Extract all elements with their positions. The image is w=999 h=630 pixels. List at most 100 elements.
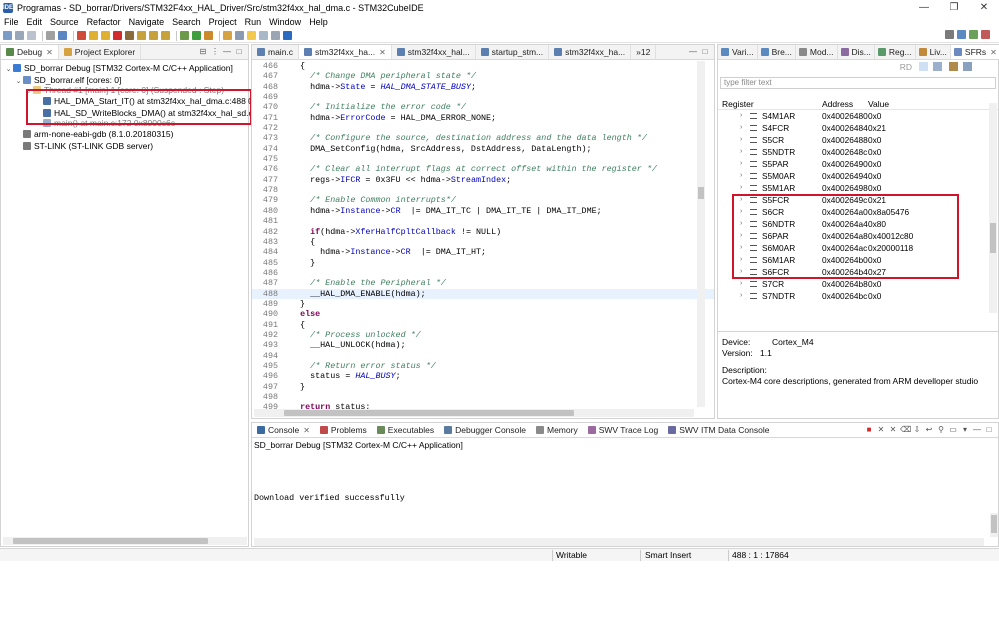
display-console-icon[interactable]: ▭ bbox=[948, 425, 958, 435]
right-panel-tab[interactable]: Reg... bbox=[875, 45, 916, 59]
console-tab[interactable]: Console ✕ bbox=[252, 423, 315, 437]
terminate-icon[interactable] bbox=[113, 31, 122, 40]
view-menu-icon[interactable] bbox=[963, 62, 972, 71]
tab-debug[interactable]: Debug ✕ bbox=[1, 45, 59, 59]
save-icon[interactable] bbox=[15, 31, 24, 40]
close-tab-icon[interactable]: ✕ bbox=[379, 48, 386, 57]
search-tool-icon[interactable] bbox=[235, 31, 244, 40]
console-vscrollbar[interactable] bbox=[990, 513, 998, 537]
expand-toggle-icon[interactable]: › bbox=[740, 290, 742, 302]
status-insert-mode[interactable]: Smart Insert bbox=[645, 550, 691, 560]
console-hscrollbar[interactable] bbox=[254, 538, 984, 546]
right-panel-tab[interactable]: SFRs ✕ bbox=[950, 45, 999, 59]
console-vscroll-thumb[interactable] bbox=[991, 515, 997, 533]
debug-tree-row[interactable]: arm-none-eabi-gdb (8.1.0.20180315) bbox=[1, 128, 248, 140]
minimize-view-icon[interactable]: — bbox=[222, 47, 232, 57]
scroll-lock-icon[interactable]: ⇩ bbox=[912, 425, 922, 435]
column-value[interactable]: Value bbox=[868, 98, 928, 109]
expand-toggle-icon[interactable]: › bbox=[740, 170, 742, 182]
register-row[interactable]: › S5NDTR 0x4002648c 0x0 bbox=[718, 146, 998, 158]
sfr-vscroll-thumb[interactable] bbox=[990, 223, 996, 253]
menu-window[interactable]: Window bbox=[269, 17, 301, 27]
collapse-all-icon[interactable]: ⊟ bbox=[198, 47, 208, 57]
terminate-icon[interactable]: ■ bbox=[864, 425, 874, 435]
menu-source[interactable]: Source bbox=[50, 17, 79, 27]
filter-input[interactable]: type filter text bbox=[720, 77, 996, 89]
register-row[interactable]: › S5PAR 0x40026490 0x0 bbox=[718, 158, 998, 170]
mark-occurrences-icon[interactable] bbox=[247, 31, 256, 40]
expand-toggle-icon[interactable]: › bbox=[740, 122, 742, 134]
save-all-icon[interactable] bbox=[27, 31, 36, 40]
external-tools-icon[interactable] bbox=[204, 31, 213, 40]
clear-console-icon[interactable]: ⌫ bbox=[900, 425, 911, 435]
expand-toggle-icon[interactable]: › bbox=[740, 134, 742, 146]
resume-icon[interactable] bbox=[89, 31, 98, 40]
debug-icon[interactable] bbox=[180, 31, 189, 40]
register-row[interactable]: › S4M1AR 0x40026480 0x0 bbox=[718, 110, 998, 122]
right-panel-tab[interactable]: Mod... bbox=[796, 45, 838, 59]
console-tab[interactable]: Memory bbox=[531, 423, 583, 437]
register-row[interactable]: › S5M0AR 0x40026494 0x0 bbox=[718, 170, 998, 182]
debug-hscroll-thumb[interactable] bbox=[13, 538, 208, 544]
minimize-view-icon[interactable]: — bbox=[688, 47, 698, 57]
register-row[interactable]: › S4FCR 0x40026484 0x21 bbox=[718, 122, 998, 134]
refresh-icon[interactable] bbox=[949, 62, 958, 71]
print-icon[interactable] bbox=[46, 31, 55, 40]
editor-tab[interactable]: »12 bbox=[631, 45, 657, 59]
maximize-icon[interactable]: ❐ bbox=[939, 0, 969, 15]
minimize-icon[interactable]: — bbox=[909, 0, 939, 15]
remove-all-icon[interactable]: ✕ bbox=[888, 425, 898, 435]
close-tab-icon[interactable]: ✕ bbox=[46, 48, 53, 57]
hex-format-icon[interactable] bbox=[919, 62, 928, 71]
register-row[interactable]: › S7PAR 0x400264c00x0 bbox=[718, 302, 998, 305]
debug-tree-row[interactable]: ⌄ SD_borrar.elf [cores: 0] bbox=[1, 74, 248, 86]
step-return-icon[interactable] bbox=[161, 31, 170, 40]
perspective-debug-icon[interactable] bbox=[969, 30, 978, 39]
expand-toggle-icon[interactable]: › bbox=[740, 302, 742, 305]
sfr-vscrollbar[interactable] bbox=[989, 103, 997, 313]
tab-project-explorer[interactable]: Project Explorer bbox=[59, 45, 142, 59]
skip-breakpoints-icon[interactable] bbox=[77, 31, 86, 40]
expand-toggle-icon[interactable]: › bbox=[740, 182, 742, 194]
menu-help[interactable]: Help bbox=[309, 17, 328, 27]
info-icon[interactable] bbox=[283, 31, 292, 40]
maximize-view-icon[interactable]: □ bbox=[234, 47, 244, 57]
expand-toggle-icon[interactable]: › bbox=[740, 158, 742, 170]
show-whitespace-icon[interactable] bbox=[271, 31, 280, 40]
read-button[interactable]: RD bbox=[900, 62, 912, 72]
disconnect-icon[interactable] bbox=[125, 31, 134, 40]
pin-console-icon[interactable]: ⚲ bbox=[936, 425, 946, 435]
console-tab[interactable]: SWV ITM Data Console bbox=[663, 423, 774, 437]
console-tab[interactable]: Executables bbox=[372, 423, 439, 437]
menu-edit[interactable]: Edit bbox=[27, 17, 43, 27]
register-row[interactable]: › S5M1AR 0x40026498 0x0 bbox=[718, 182, 998, 194]
right-panel-tab[interactable]: Dis... bbox=[838, 45, 875, 59]
right-panel-tab[interactable]: Bre... bbox=[758, 45, 796, 59]
menu-run[interactable]: Run bbox=[245, 17, 262, 27]
editor-tab[interactable]: startup_stm... bbox=[476, 45, 550, 59]
menu-navigate[interactable]: Navigate bbox=[129, 17, 165, 27]
editor-hscrollbar[interactable] bbox=[254, 409, 694, 417]
menu-refactor[interactable]: Refactor bbox=[87, 17, 121, 27]
step-into-icon[interactable] bbox=[137, 31, 146, 40]
build-icon[interactable] bbox=[58, 31, 67, 40]
expand-toggle-icon[interactable]: › bbox=[740, 278, 742, 290]
editor-hscroll-thumb[interactable] bbox=[284, 410, 574, 416]
console-tab[interactable]: Debugger Console bbox=[439, 423, 531, 437]
editor-vscroll-thumb[interactable] bbox=[698, 187, 704, 199]
new-icon[interactable] bbox=[3, 31, 12, 40]
maximize-view-icon[interactable]: □ bbox=[700, 47, 710, 57]
step-over-icon[interactable] bbox=[149, 31, 158, 40]
register-row[interactable]: › S7CR 0x400264b8 0x0 bbox=[718, 278, 998, 290]
debug-tree-row[interactable]: ⌄ SD_borrar Debug [STM32 Cortex-M C/C++ A… bbox=[1, 62, 248, 74]
right-panel-tab[interactable]: Liv... bbox=[916, 45, 951, 59]
open-console-icon[interactable]: ▾ bbox=[960, 425, 970, 435]
debug-hscrollbar[interactable] bbox=[3, 537, 247, 545]
menu-search[interactable]: Search bbox=[172, 17, 201, 27]
editor-tab[interactable]: main.c bbox=[252, 45, 300, 59]
expand-toggle-icon[interactable]: › bbox=[740, 110, 742, 122]
perspective-cpp-icon[interactable] bbox=[957, 30, 966, 39]
editor-tab[interactable]: stm32f4xx_ha... bbox=[549, 45, 632, 59]
expand-toggle-icon[interactable]: › bbox=[740, 146, 742, 158]
debug-tree-row[interactable]: ST-LINK (ST-LINK GDB server) bbox=[1, 140, 248, 152]
